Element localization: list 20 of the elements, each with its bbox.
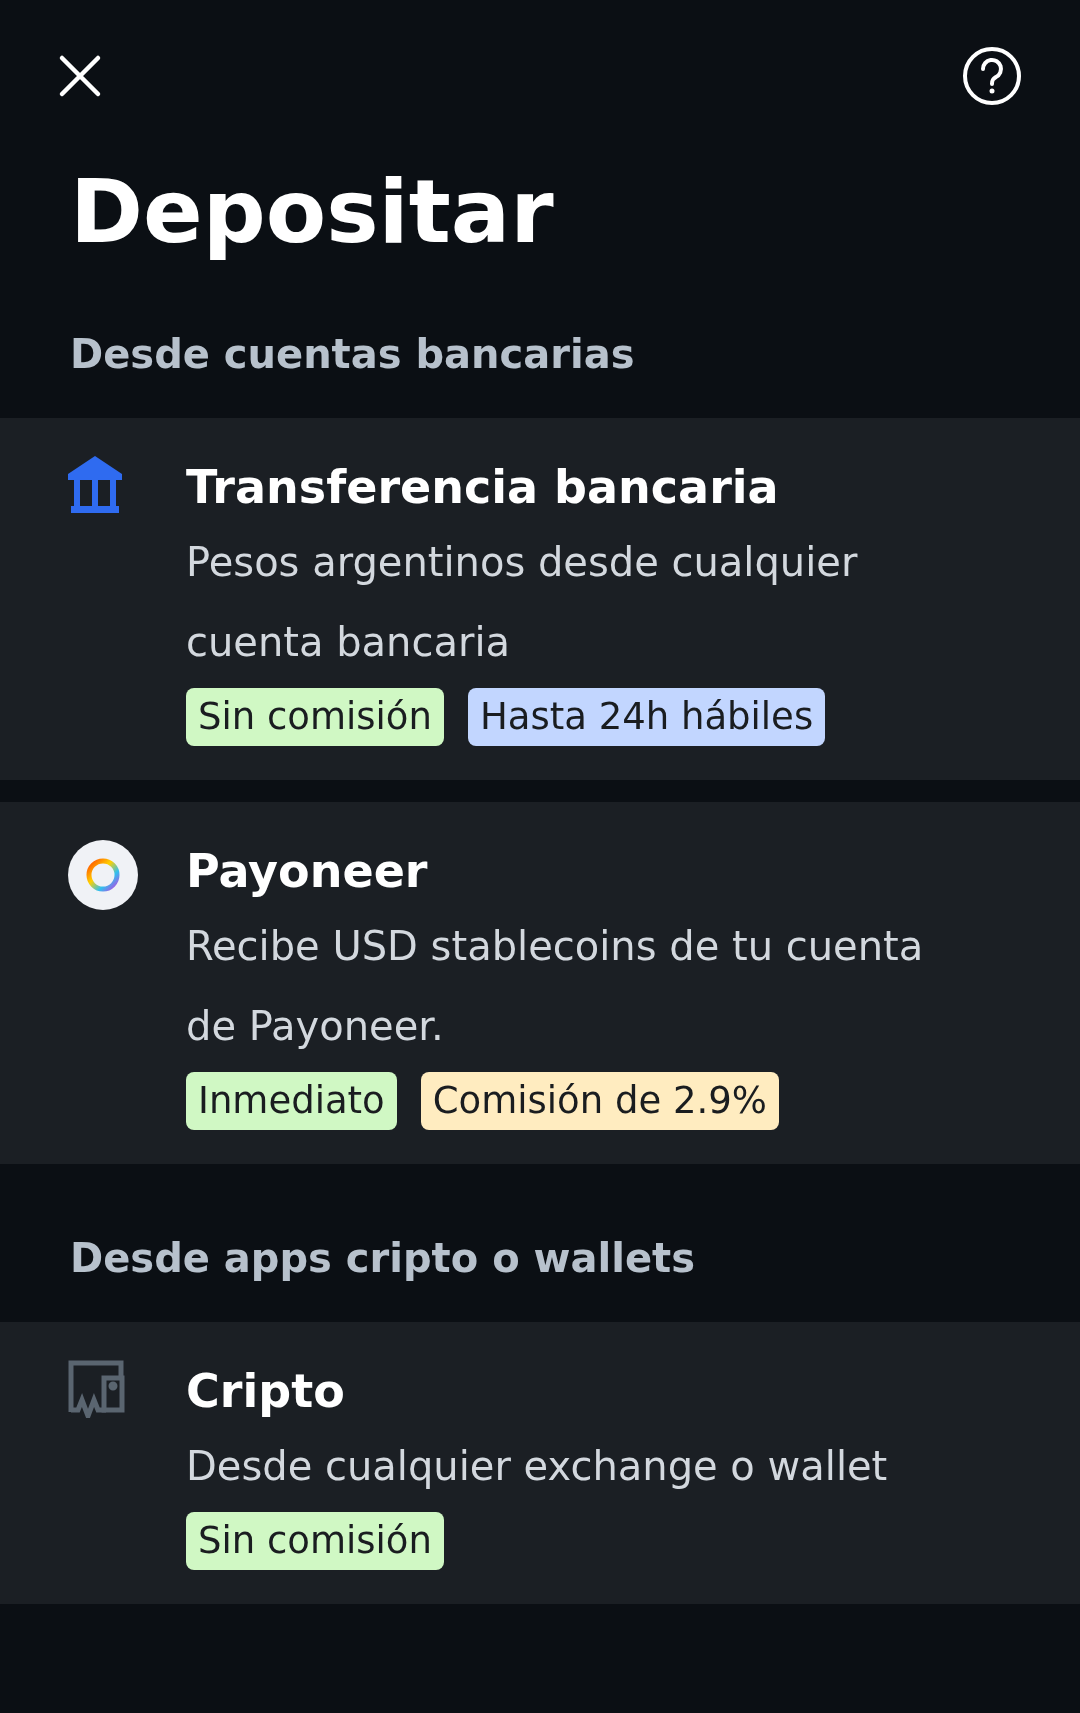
help-icon[interactable] xyxy=(962,46,1022,106)
ring-logo-icon xyxy=(68,840,138,910)
tag: Comisión de 2.9% xyxy=(420,1072,779,1130)
method-description: Pesos argentinos desde cualquier cuenta bancaria xyxy=(186,538,859,667)
bank-icon xyxy=(68,456,122,514)
tag: Inmediato xyxy=(186,1072,397,1130)
method-description: Recibe USD stablecoins de tu cuenta de Payoneer. xyxy=(186,922,925,1051)
method-description: Desde cualquier exchange o wallet xyxy=(186,1442,888,1491)
close-icon[interactable] xyxy=(58,54,102,98)
method-title: Cripto xyxy=(186,1363,346,1420)
method-title: Transferencia bancaria xyxy=(186,459,780,516)
tag: Sin comisión xyxy=(186,1512,444,1570)
tag: Sin comisión xyxy=(186,688,444,746)
deposit-method-card[interactable]: Transferencia bancaria Pesos argentinos desde cualquier cuenta bancaria Sin comisión Hasta 24h hábiles xyxy=(0,418,1080,780)
wallet-icon xyxy=(68,1360,126,1418)
section-heading: Desde cuentas bancarias xyxy=(69,334,636,374)
method-title: Payoneer xyxy=(186,843,429,900)
tag: Hasta 24h hábiles xyxy=(467,688,826,746)
deposit-method-card[interactable]: Payoneer Recibe USD stablecoins de tu cuenta de Payoneer. Inmediato Comisión de 2.9% xyxy=(0,802,1080,1164)
deposit-method-card[interactable]: Cripto Desde cualquier exchange o wallet Sin comisión xyxy=(0,1322,1080,1604)
